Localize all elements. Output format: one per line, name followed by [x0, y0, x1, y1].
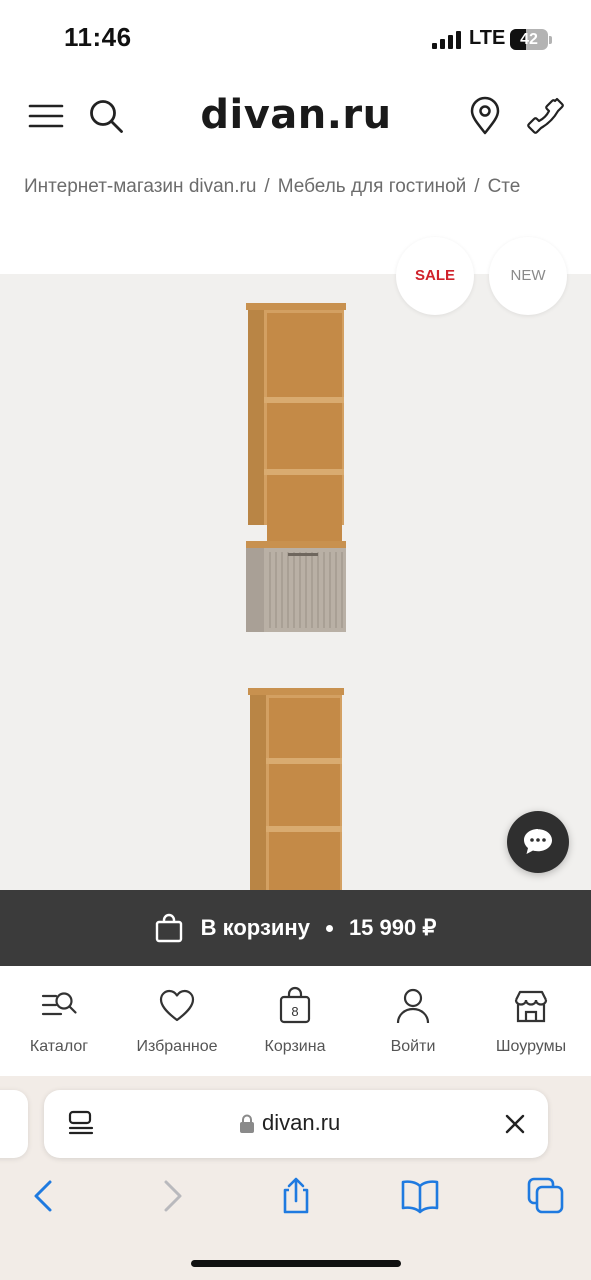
url-text: divan.ru	[262, 1110, 341, 1135]
previous-tab-edge[interactable]	[0, 1090, 28, 1158]
menu-icon[interactable]	[26, 96, 66, 136]
sale-badge: SALE	[396, 237, 474, 315]
home-indicator[interactable]	[191, 1260, 401, 1267]
forward-icon[interactable]	[152, 1176, 192, 1216]
status-time: 11:46	[64, 22, 132, 52]
chat-button[interactable]	[507, 811, 569, 873]
network-type: LTE	[469, 27, 506, 49]
browser-toolbar: divan.ru	[0, 1076, 591, 1280]
product-image-bookcase[interactable]	[236, 298, 356, 638]
nav-item-catalog[interactable]: Каталог	[0, 986, 118, 1056]
product-image-open-bookcase[interactable]	[238, 684, 358, 890]
lock-icon	[240, 1114, 254, 1133]
site-header: divan.ru	[0, 78, 591, 158]
showroom-store-icon	[514, 990, 548, 1023]
status-bar: 11:46 LTE 42	[0, 0, 591, 78]
close-icon[interactable]	[504, 1113, 526, 1135]
product-gallery[interactable]	[0, 274, 591, 890]
bookmarks-icon[interactable]	[400, 1176, 440, 1216]
separator-dot	[325, 924, 333, 932]
catalog-search-icon	[41, 992, 77, 1016]
phone-icon[interactable]	[526, 96, 566, 136]
back-icon[interactable]	[24, 1176, 64, 1216]
battery-tip	[549, 36, 552, 44]
chat-bubble-icon	[524, 829, 552, 854]
signal-bars-icon	[432, 31, 462, 49]
breadcrumb: Интернет-магазин divan.ru / Мебель для гос…	[24, 176, 591, 198]
reader-mode-icon[interactable]	[68, 1110, 94, 1138]
breadcrumb-item-home[interactable]: Интернет-магазин divan.ru	[24, 176, 256, 197]
bottom-navigation: Каталог Избранное 8 Корзина Войти Шоурум…	[0, 966, 591, 1076]
new-badge: NEW	[489, 237, 567, 315]
add-to-cart-label: В корзину	[200, 915, 310, 940]
nav-label-favorites: Избранное	[136, 1038, 218, 1055]
nav-label-login: Войти	[390, 1038, 436, 1055]
nav-item-showrooms[interactable]: Шоурумы	[472, 986, 590, 1056]
search-icon[interactable]	[86, 96, 126, 136]
page: 11:46 LTE 42 divan.ru Интернет-магазин d…	[0, 0, 591, 1280]
product-price: 15 990 ₽	[348, 915, 437, 940]
cart-count: 8	[291, 1004, 298, 1019]
breadcrumb-separator: /	[474, 176, 480, 197]
user-icon	[396, 988, 430, 1024]
breadcrumb-item-living-room[interactable]: Мебель для гостиной	[278, 176, 467, 197]
nav-label-catalog: Каталог	[29, 1038, 89, 1055]
add-to-cart-button[interactable]: В корзину 15 990 ₽	[0, 890, 591, 966]
nav-label-showrooms: Шоурумы	[495, 1038, 567, 1055]
heart-icon	[159, 989, 195, 1022]
breadcrumb-separator: /	[264, 176, 270, 197]
battery-icon: 42	[510, 29, 548, 50]
address-bar[interactable]: divan.ru	[44, 1090, 548, 1158]
nav-item-cart[interactable]: 8 Корзина	[236, 986, 354, 1056]
shopping-bag-icon	[155, 913, 182, 943]
nav-label-cart: Корзина	[264, 1038, 326, 1055]
cart-bag-icon: 8	[279, 986, 311, 1024]
site-logo[interactable]: divan.ru	[200, 92, 392, 138]
nav-item-login[interactable]: Войти	[354, 986, 472, 1056]
tabs-icon[interactable]	[526, 1176, 566, 1216]
breadcrumb-item-category[interactable]: Сте	[488, 176, 521, 197]
battery-percent: 42	[520, 31, 538, 48]
share-icon[interactable]	[276, 1176, 316, 1216]
nav-item-favorites[interactable]: Избранное	[118, 986, 236, 1056]
location-pin-icon[interactable]	[465, 96, 505, 136]
